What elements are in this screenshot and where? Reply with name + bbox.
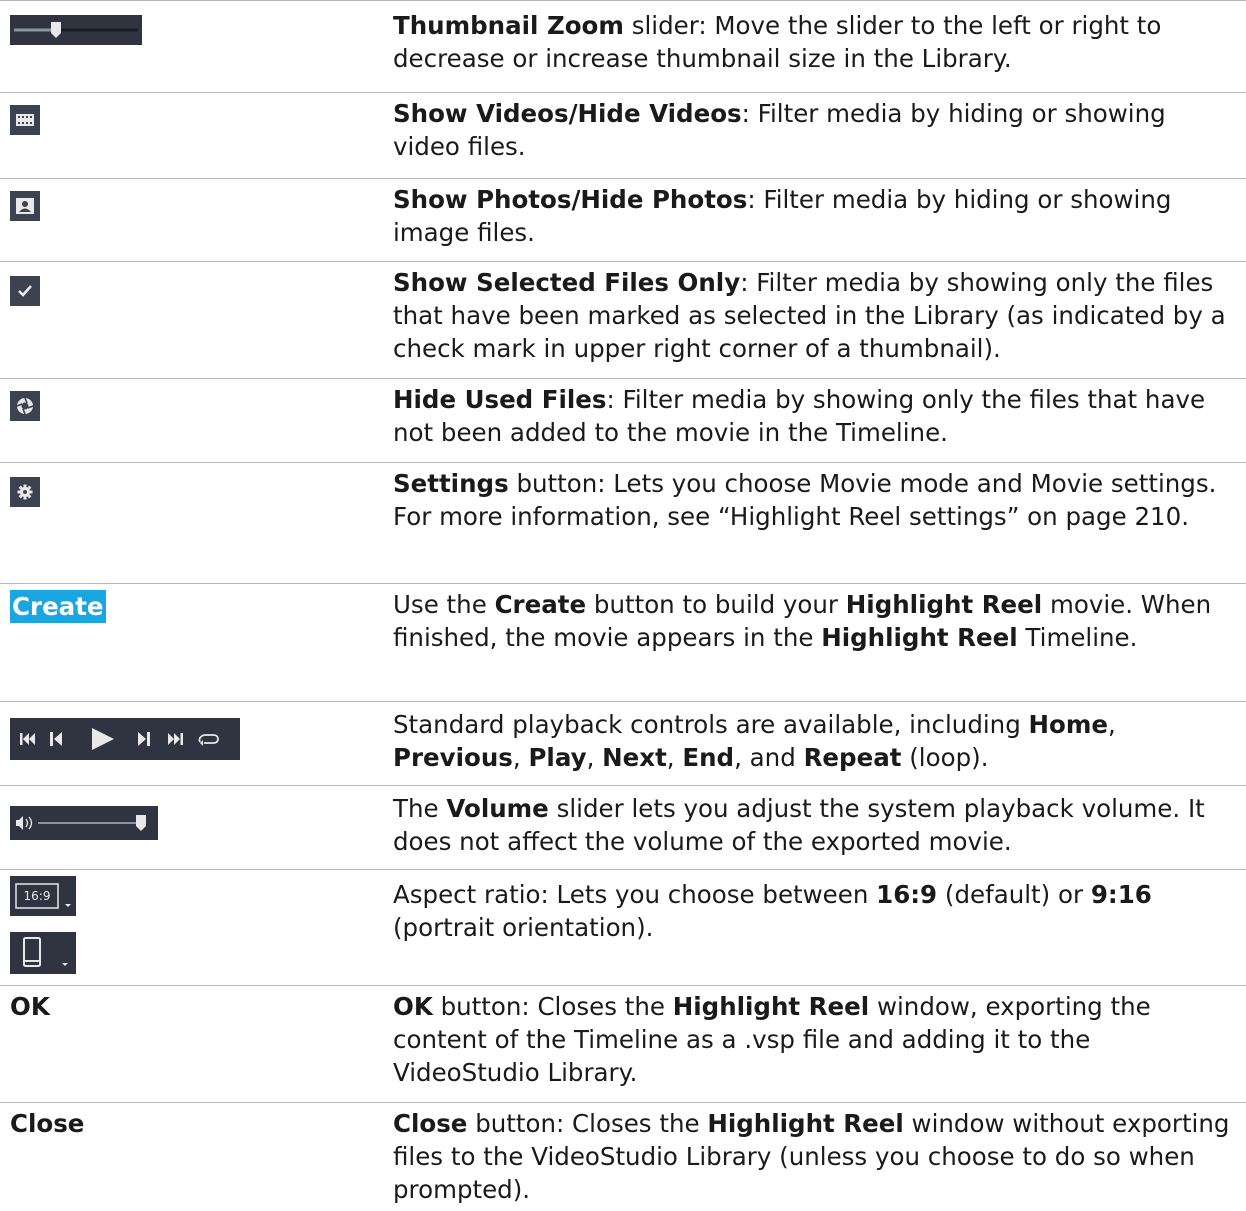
- hide-used-description: Hide Used Files: Filter media by showing…: [393, 385, 1206, 447]
- table-row-show-photos: Show Photos/Hide Photos: Filter media by…: [0, 178, 1246, 261]
- hide-used-button[interactable]: [10, 391, 40, 421]
- table-row-aspect-ratio: 16:9 Aspect ratio: Lets you choose betwe…: [0, 869, 1246, 985]
- aperture-icon: [10, 391, 40, 421]
- volume-description: The Volume slider lets you adjust the sy…: [393, 794, 1205, 856]
- table-row-hide-used: Hide Used Files: Filter media by showing…: [0, 378, 1246, 462]
- ok-button[interactable]: OK: [10, 990, 50, 1023]
- aspect-ratio-label: 16:9: [23, 889, 51, 903]
- close-description: Close button: Closes the Highlight Reel …: [393, 1109, 1230, 1204]
- settings-description: Settings button: Lets you choose Movie m…: [393, 469, 1217, 531]
- create-description: Use the Create button to build your High…: [393, 590, 1212, 652]
- ok-description: OK button: Closes the Highlight Reel win…: [393, 992, 1151, 1087]
- show-photos-button[interactable]: [10, 191, 40, 221]
- thumbnail-zoom-slider[interactable]: [10, 15, 142, 49]
- photo-icon: [10, 191, 40, 221]
- table-row-thumbnail-zoom: Thumbnail Zoom slider: Move the slider t…: [0, 0, 1246, 92]
- table-row-create: Create Use the Create button to build yo…: [0, 583, 1246, 701]
- create-button[interactable]: Create: [10, 590, 106, 623]
- aspect-ratio-description: Aspect ratio: Lets you choose between 16…: [393, 880, 1152, 942]
- show-selected-description: Show Selected Files Only: Filter media b…: [393, 268, 1226, 363]
- show-videos-button[interactable]: [10, 105, 40, 135]
- aspect-ratio-portrait-button[interactable]: [10, 932, 76, 978]
- table-row-volume: The Volume slider lets you adjust the sy…: [0, 785, 1246, 869]
- thumbnail-zoom-description: Thumbnail Zoom slider: Move the slider t…: [393, 11, 1162, 73]
- table-row-playback: Standard playback controls are available…: [0, 701, 1246, 785]
- show-videos-description: Show Videos/Hide Videos: Filter media by…: [393, 99, 1166, 161]
- aspect-ratio-widescreen-button[interactable]: 16:9: [10, 876, 76, 920]
- show-selected-button[interactable]: [10, 276, 40, 306]
- show-photos-description: Show Photos/Hide Photos: Filter media by…: [393, 185, 1172, 247]
- table-row-close: Close Close button: Closes the Highlight…: [0, 1102, 1246, 1211]
- table-row-show-videos: Show Videos/Hide Videos: Filter media by…: [0, 92, 1246, 178]
- table-row-ok: OK OK button: Closes the Highlight Reel …: [0, 985, 1246, 1102]
- playback-description: Standard playback controls are available…: [393, 710, 1116, 772]
- gear-icon: [10, 477, 40, 507]
- table-row-settings: Settings button: Lets you choose Movie m…: [0, 462, 1246, 583]
- close-button[interactable]: Close: [10, 1107, 84, 1140]
- check-icon: [10, 276, 40, 306]
- playback-controls: [10, 718, 240, 764]
- filmstrip-icon: [10, 105, 40, 135]
- table-row-show-selected: Show Selected Files Only: Filter media b…: [0, 261, 1246, 378]
- volume-slider[interactable]: [10, 806, 158, 844]
- settings-button[interactable]: [10, 477, 40, 507]
